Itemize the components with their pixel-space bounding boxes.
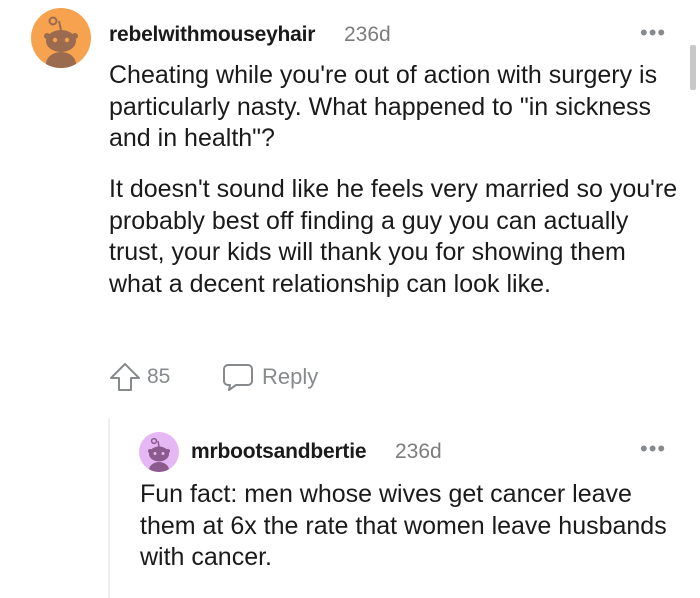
user-avatar[interactable] [31,8,91,68]
reply-username[interactable]: mrbootsandbertie [191,440,367,464]
more-options-icon[interactable]: ••• [640,438,666,460]
reddit-snoo-icon [44,16,78,68]
reply-label: Reply [262,364,319,389]
comment-age: 236d [344,23,391,46]
reply-text: Fun fact: men whose wives get cancer lea… [140,480,667,571]
speech-bubble-icon [223,364,253,391]
reply-age: 236d [395,440,442,463]
comment-paragraph-2: It doesn't sound like he feels very marr… [109,175,678,298]
reply-button[interactable]: Reply [222,362,318,392]
comment-paragraph-1: Cheating while you're out of action with… [109,61,658,152]
comment-thread: rebelwithmouseyhair 236d ••• Cheating wh… [0,0,700,598]
vote-count: 85 [147,365,171,388]
more-options-icon[interactable]: ••• [640,22,666,44]
scrollbar[interactable] [690,45,696,90]
reply-avatar[interactable] [139,432,179,472]
comment-username[interactable]: rebelwithmouseyhair [109,23,315,47]
reddit-snoo-icon [148,437,170,472]
upvote-icon[interactable] [109,362,141,392]
vote-control[interactable]: 85 [109,362,170,392]
thread-line[interactable] [108,418,110,598]
